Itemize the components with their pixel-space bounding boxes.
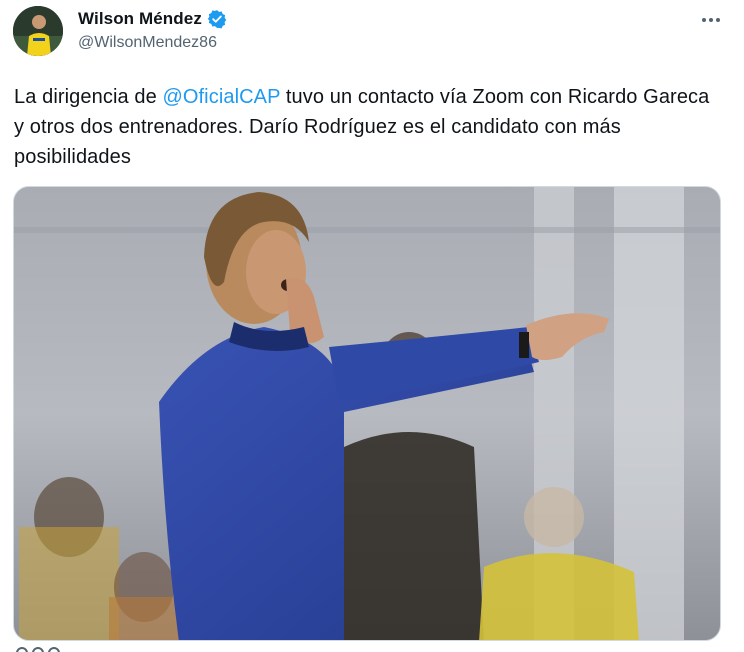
like-icon[interactable] [48, 647, 60, 652]
tweet-photo[interactable] [13, 186, 721, 641]
tweet-card[interactable]: Wilson Méndez @WilsonMendez86 La dirigen… [0, 0, 744, 652]
author-handle[interactable]: @WilsonMendez86 [78, 34, 227, 52]
author-name[interactable]: Wilson Méndez [78, 9, 202, 29]
verified-badge-icon [207, 9, 227, 29]
action-bar-partial [16, 646, 106, 652]
more-dot [709, 18, 713, 22]
tweet-header: Wilson Méndez @WilsonMendez86 [78, 8, 227, 52]
tweet-text: La dirigencia de @OficialCAP tuvo un con… [14, 82, 714, 172]
tweet-text-before: La dirigencia de [14, 86, 163, 108]
retweet-icon[interactable] [32, 647, 44, 652]
more-options-icon[interactable] [696, 10, 726, 30]
reply-icon[interactable] [16, 647, 28, 652]
avatar[interactable] [13, 6, 63, 56]
more-dot [702, 18, 706, 22]
mention-link[interactable]: @OficialCAP [162, 86, 280, 108]
more-dot [716, 18, 720, 22]
